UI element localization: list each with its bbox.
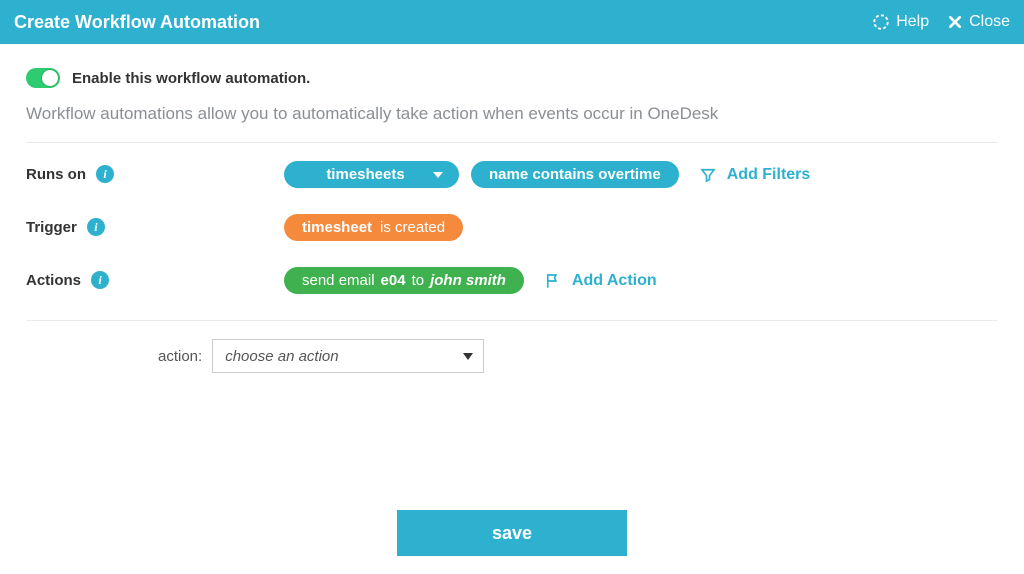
action-select-placeholder: choose an action [225,348,338,365]
footer: save [0,510,1024,556]
actions-label: Actions [26,272,81,289]
save-button[interactable]: save [397,510,627,556]
action-picker-label: action: [158,348,202,365]
info-icon[interactable]: i [87,218,105,236]
toggle-knob [42,70,58,86]
help-label: Help [896,13,929,31]
runs-on-filter-text: name contains overtime [489,166,661,183]
enable-toggle[interactable] [26,68,60,88]
actions-body: send email e04 to john smith Add Action [284,267,657,294]
trigger-entity: timesheet [302,219,372,236]
trigger-body: timesheet is created [284,214,463,241]
runs-on-body: timesheets name contains overtime Add Fi… [284,161,810,188]
actions-label-group: Actions i [26,267,284,289]
trigger-condition: is created [380,219,445,236]
add-filters-label: Add Filters [727,166,811,184]
modal-header: Create Workflow Automation Help Close [0,0,1024,44]
info-icon[interactable]: i [91,271,109,289]
runs-on-filter-pill[interactable]: name contains overtime [471,161,679,188]
modal-title: Create Workflow Automation [14,12,872,33]
action-seg-recipient: john smith [430,272,506,289]
enable-label: Enable this workflow automation. [72,70,310,87]
filter-icon [699,166,717,184]
add-action-label: Add Action [572,272,657,290]
close-button[interactable]: Close [947,13,1010,31]
add-filters-button[interactable]: Add Filters [699,166,811,184]
trigger-label-group: Trigger i [26,214,284,236]
description-text: Workflow automations allow you to automa… [26,104,998,124]
header-actions: Help Close [872,13,1010,31]
action-seg-sendemail: send email [302,272,375,289]
runs-on-label: Runs on [26,166,86,183]
chevron-down-icon [433,172,443,178]
info-icon[interactable]: i [96,165,114,183]
divider [26,142,998,143]
close-label: Close [969,13,1010,31]
enable-row: Enable this workflow automation. [26,68,998,88]
help-icon [872,13,890,31]
runs-on-type-select[interactable]: timesheets [284,161,459,188]
action-pill[interactable]: send email e04 to john smith [284,267,524,294]
trigger-row: Trigger i timesheet is created [26,214,998,241]
modal-body: Enable this workflow automation. Workflo… [0,44,1024,373]
action-picker-row: action: choose an action [158,339,998,373]
actions-row: Actions i send email e04 to john smith A… [26,267,998,294]
runs-on-label-group: Runs on i [26,161,284,183]
trigger-pill[interactable]: timesheet is created [284,214,463,241]
close-icon [947,14,963,30]
flag-icon [544,272,562,290]
runs-on-type-value: timesheets [326,166,404,183]
action-seg-template: e04 [381,272,406,289]
action-select[interactable]: choose an action [212,339,484,373]
trigger-label: Trigger [26,219,77,236]
add-action-button[interactable]: Add Action [544,272,657,290]
runs-on-row: Runs on i timesheets name contains overt… [26,161,998,188]
divider [26,320,998,321]
help-button[interactable]: Help [872,13,929,31]
action-seg-to: to [412,272,425,289]
chevron-down-icon [463,353,473,360]
